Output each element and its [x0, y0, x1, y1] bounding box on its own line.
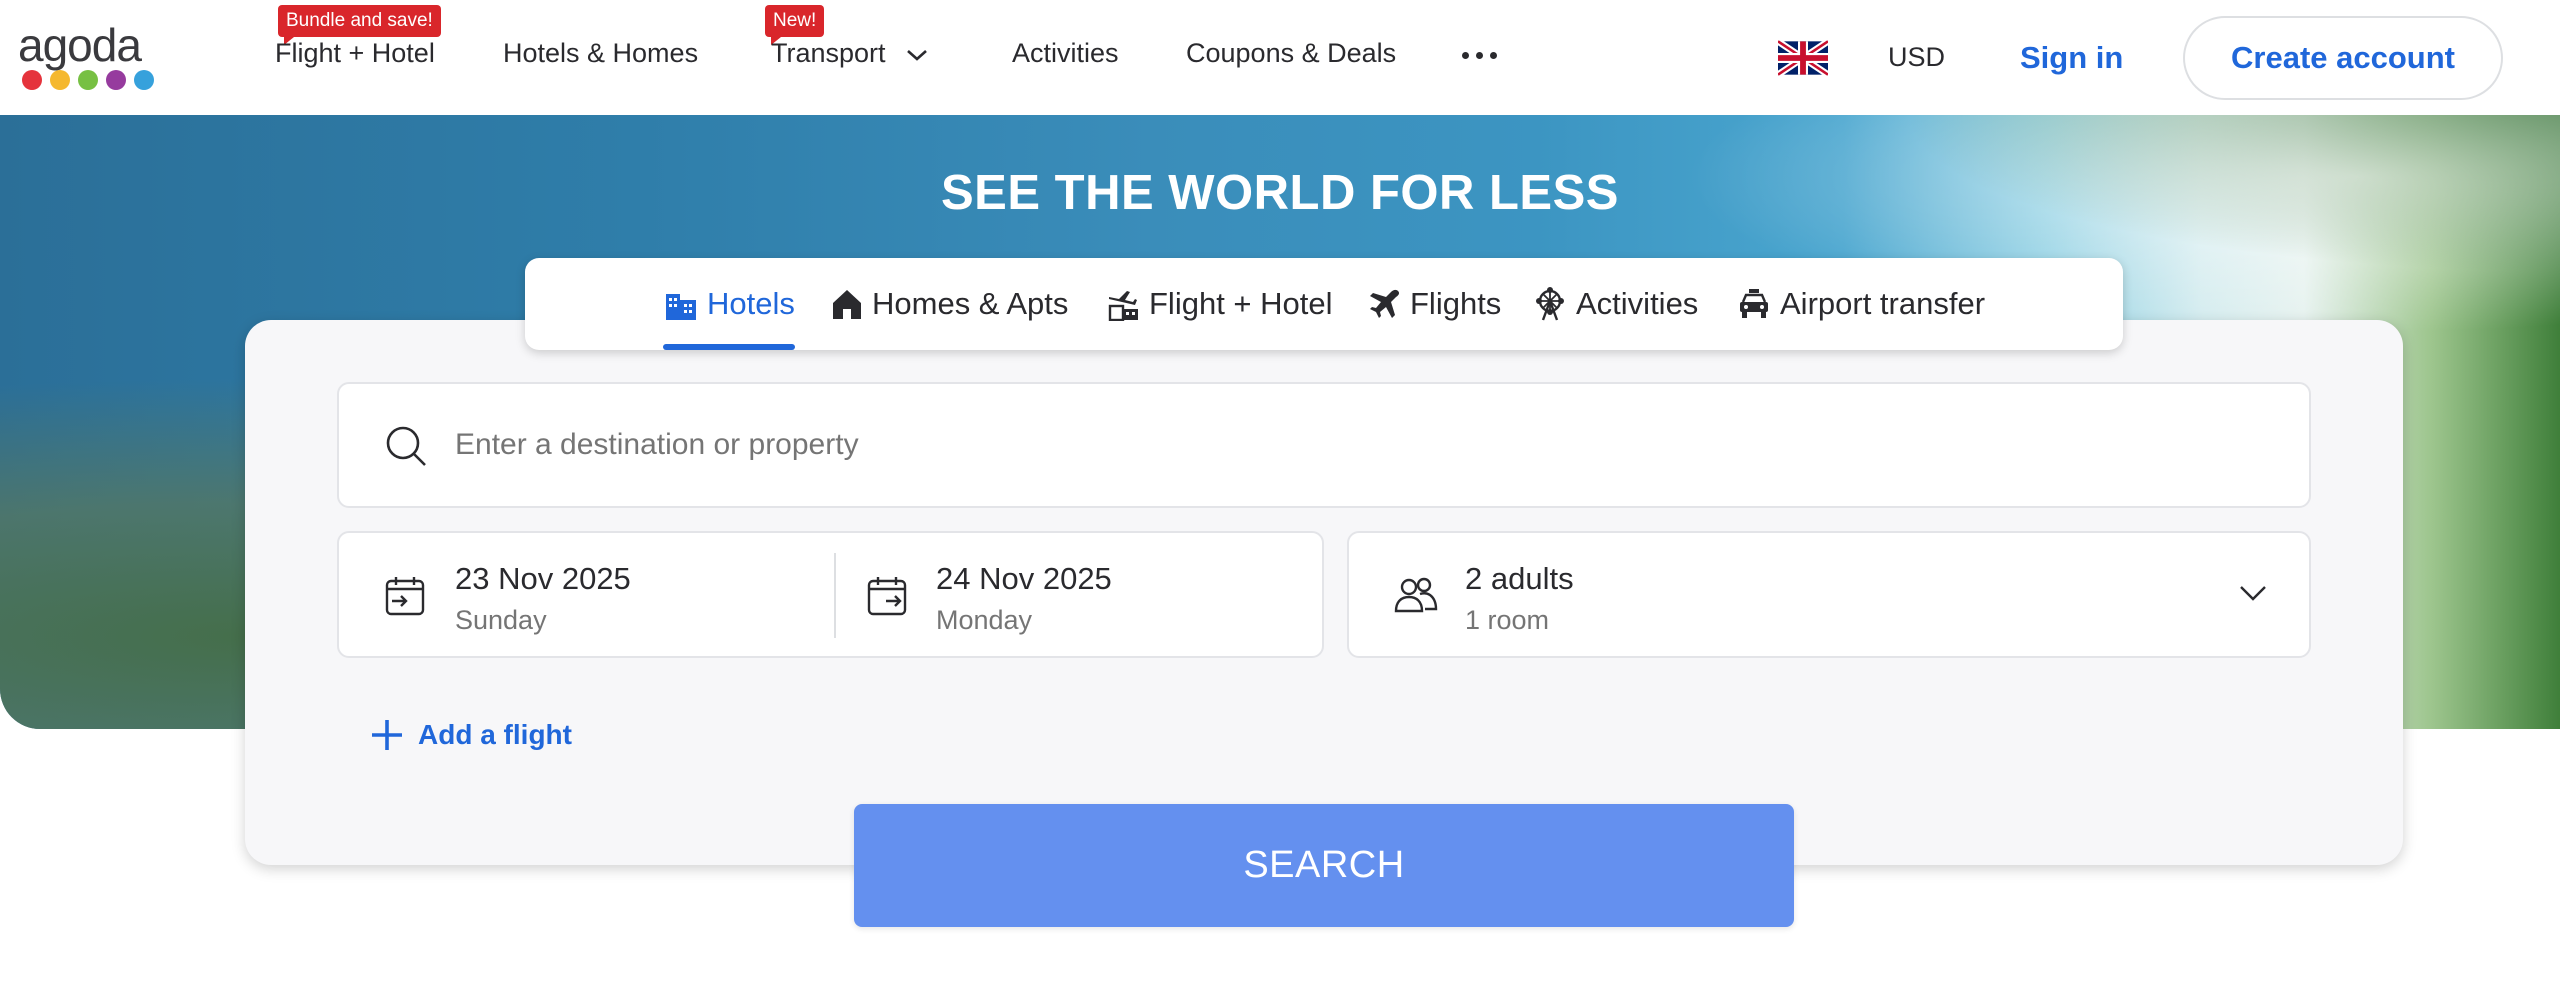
- top-header: agoda Bundle and save! Flight + Hotel Ho…: [0, 0, 2560, 115]
- nav-coupons-deals[interactable]: Coupons & Deals: [1186, 38, 1396, 69]
- add-flight-label: Add a flight: [418, 719, 572, 750]
- ferris-wheel-icon: [1536, 287, 1564, 321]
- check-in-day: Sunday: [455, 605, 547, 635]
- logo-wordmark: agoda: [18, 19, 142, 71]
- nav-transport[interactable]: Transport: [771, 38, 929, 69]
- search-button[interactable]: SEARCH: [854, 804, 1794, 927]
- chevron-down-icon: [2240, 586, 2266, 601]
- sign-in-link[interactable]: Sign in: [2020, 40, 2123, 76]
- tab-flight-hotel[interactable]: Flight + Hotel: [1107, 258, 1333, 350]
- search-icon: [386, 426, 426, 466]
- people-icon: [1394, 577, 1438, 613]
- logo-dot-yellow: [50, 70, 70, 90]
- check-out-date: 24 Nov 2025: [936, 561, 1112, 596]
- tab-flights[interactable]: Flights: [1368, 258, 1501, 350]
- house-icon: [833, 290, 861, 319]
- create-account-button[interactable]: Create account: [2183, 16, 2503, 100]
- tab-activities[interactable]: Activities: [1532, 258, 1698, 350]
- logo-dot-blue: [134, 70, 154, 90]
- product-tabs: Hotels Homes & Apts Flight + Hotel Fligh…: [525, 258, 2123, 350]
- adults-count: 2 adults: [1465, 561, 1574, 596]
- destination-search-field[interactable]: Enter a destination or property: [337, 382, 2311, 508]
- tab-airport-transfer[interactable]: Airport transfer: [1736, 258, 1985, 350]
- logo-dot-green: [78, 70, 98, 90]
- plane-building-icon: [1108, 291, 1138, 321]
- nav-flight-hotel[interactable]: Flight + Hotel: [275, 38, 435, 69]
- tab-activities-label: Activities: [1576, 286, 1699, 321]
- plus-icon: [372, 720, 402, 750]
- uk-flag-icon[interactable]: [1778, 40, 1828, 76]
- check-out-day: Monday: [936, 605, 1033, 635]
- dot: [1462, 52, 1469, 59]
- tab-flight-hotel-label: Flight + Hotel: [1149, 286, 1333, 321]
- rooms-count: 1 room: [1465, 605, 1550, 635]
- dot: [1490, 52, 1497, 59]
- tab-flights-label: Flights: [1410, 286, 1502, 321]
- add-flight-link[interactable]: Add a flight: [370, 718, 572, 752]
- new-badge: New!: [765, 5, 825, 45]
- car-icon: [1740, 289, 1768, 318]
- tab-hotels[interactable]: Hotels: [663, 258, 795, 350]
- destination-placeholder: Enter a destination or property: [455, 428, 859, 461]
- bundle-badge: Bundle and save!: [278, 5, 441, 45]
- check-in-field[interactable]: 23 Nov 2025 Sunday: [339, 533, 834, 656]
- check-out-field[interactable]: 24 Nov 2025 Monday: [836, 533, 1322, 656]
- logo-dots: [22, 70, 154, 90]
- check-in-date: 23 Nov 2025: [455, 561, 631, 596]
- currency-selector[interactable]: USD: [1888, 42, 1945, 73]
- nav-transport-label: Transport: [771, 38, 886, 68]
- guests-rooms-selector[interactable]: 2 adults 1 room: [1347, 531, 2311, 658]
- hero-title: SEE THE WORLD FOR LESS: [941, 166, 1619, 220]
- calendar-check-out-icon: [867, 577, 907, 616]
- agoda-logo[interactable]: agoda: [18, 18, 168, 98]
- nav-hotels-homes[interactable]: Hotels & Homes: [503, 38, 698, 69]
- hotel-building-icon: [666, 294, 696, 320]
- airplane-icon: [1370, 289, 1400, 318]
- chevron-down-icon: [907, 49, 927, 61]
- calendar-check-in-icon: [385, 577, 425, 616]
- tab-homes-apts-label: Homes & Apts: [872, 286, 1069, 321]
- more-menu-icon[interactable]: [1462, 52, 1497, 59]
- date-range-picker: 23 Nov 2025 Sunday 24 Nov 2025 Monday: [337, 531, 1324, 658]
- logo-dot-red: [22, 70, 42, 90]
- dot: [1476, 52, 1483, 59]
- tab-homes-apts[interactable]: Homes & Apts: [830, 258, 1068, 350]
- tab-hotels-label: Hotels: [707, 286, 795, 321]
- logo-dot-purple: [106, 70, 126, 90]
- tab-airport-transfer-label: Airport transfer: [1780, 286, 1986, 321]
- nav-activities[interactable]: Activities: [1012, 38, 1119, 69]
